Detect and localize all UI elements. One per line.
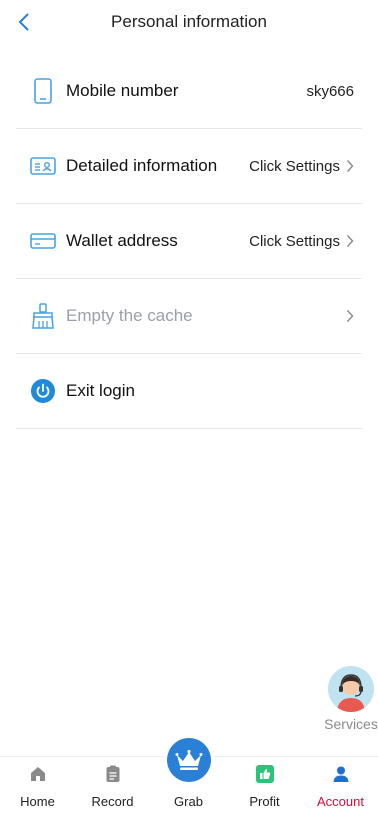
tab-record[interactable]: Record	[75, 757, 150, 819]
service-label: Services	[324, 716, 378, 732]
empty-cache-row[interactable]: Empty the cache	[16, 279, 362, 354]
grab-button[interactable]	[167, 738, 211, 782]
empty-cache-label: Empty the cache	[66, 306, 193, 325]
tab-home[interactable]: Home	[0, 757, 75, 819]
id-card-icon	[30, 153, 56, 179]
card-icon	[30, 228, 56, 254]
tab-account[interactable]: Account	[303, 757, 378, 819]
phone-icon	[30, 78, 56, 104]
wallet-address-label: Wallet address	[66, 231, 178, 250]
user-icon	[333, 766, 348, 782]
wallet-address-row[interactable]: Wallet address Click Settings	[16, 204, 362, 279]
chevron-right-icon	[346, 234, 354, 248]
exit-login-row[interactable]: Exit login	[16, 354, 362, 429]
page-title: Personal information	[111, 12, 267, 31]
clipboard-icon	[106, 765, 119, 782]
settings-list: Mobile number sky666 Detailed informatio…	[16, 54, 362, 429]
mobile-number-value: sky666	[306, 82, 354, 100]
tab-account-label: Account	[317, 794, 364, 809]
tab-record-label: Record	[91, 794, 134, 809]
customer-service-button[interactable]: Services	[323, 666, 378, 732]
detailed-information-label: Detailed information	[66, 156, 218, 175]
mobile-number-label: Mobile number	[66, 81, 179, 100]
header-bar: Personal information	[0, 0, 378, 46]
chevron-right-icon	[346, 309, 354, 323]
detailed-information-row[interactable]: Detailed information Click Settings	[16, 129, 362, 204]
thumbs-up-icon	[255, 765, 274, 783]
power-icon	[30, 378, 56, 404]
tab-home-label: Home	[20, 794, 55, 809]
exit-login-label: Exit login	[66, 381, 135, 400]
home-icon	[30, 767, 45, 781]
service-agent-icon	[328, 666, 374, 712]
wallet-address-value: Click Settings	[249, 232, 340, 250]
chevron-right-icon	[346, 159, 354, 173]
tab-grab-label: Grab	[174, 794, 203, 809]
detailed-information-value: Click Settings	[249, 157, 340, 175]
tab-profit-label: Profit	[249, 794, 280, 809]
crown-icon	[175, 749, 203, 770]
tab-profit[interactable]: Profit	[227, 757, 302, 819]
mobile-number-row[interactable]: Mobile number sky666	[16, 54, 362, 129]
broom-icon	[30, 303, 56, 329]
